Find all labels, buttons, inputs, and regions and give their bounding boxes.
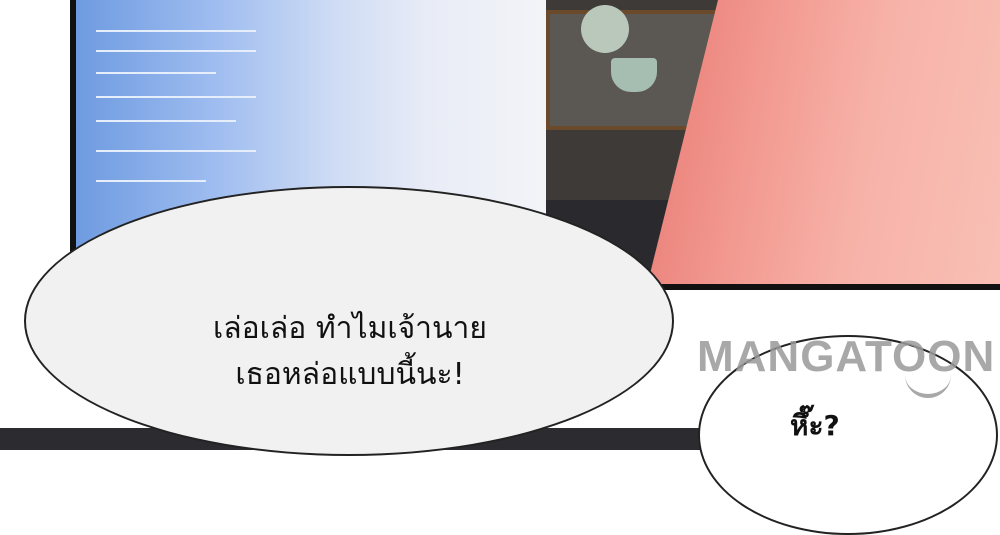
speech-bubble-small-text: หึ๊ะ? <box>790 409 840 442</box>
teacup-illustration <box>611 58 657 92</box>
speech-bubble-main-text: เล่อเล่อ ทำไมเจ้านาย เธอหล่อแบบนี้นะ! <box>150 306 550 398</box>
teapot-illustration <box>581 5 629 53</box>
speech-line-2: เธอหล่อแบบนี้นะ! <box>235 357 465 392</box>
speech-line-1: เล่อเล่อ ทำไมเจ้านาย <box>213 311 487 346</box>
